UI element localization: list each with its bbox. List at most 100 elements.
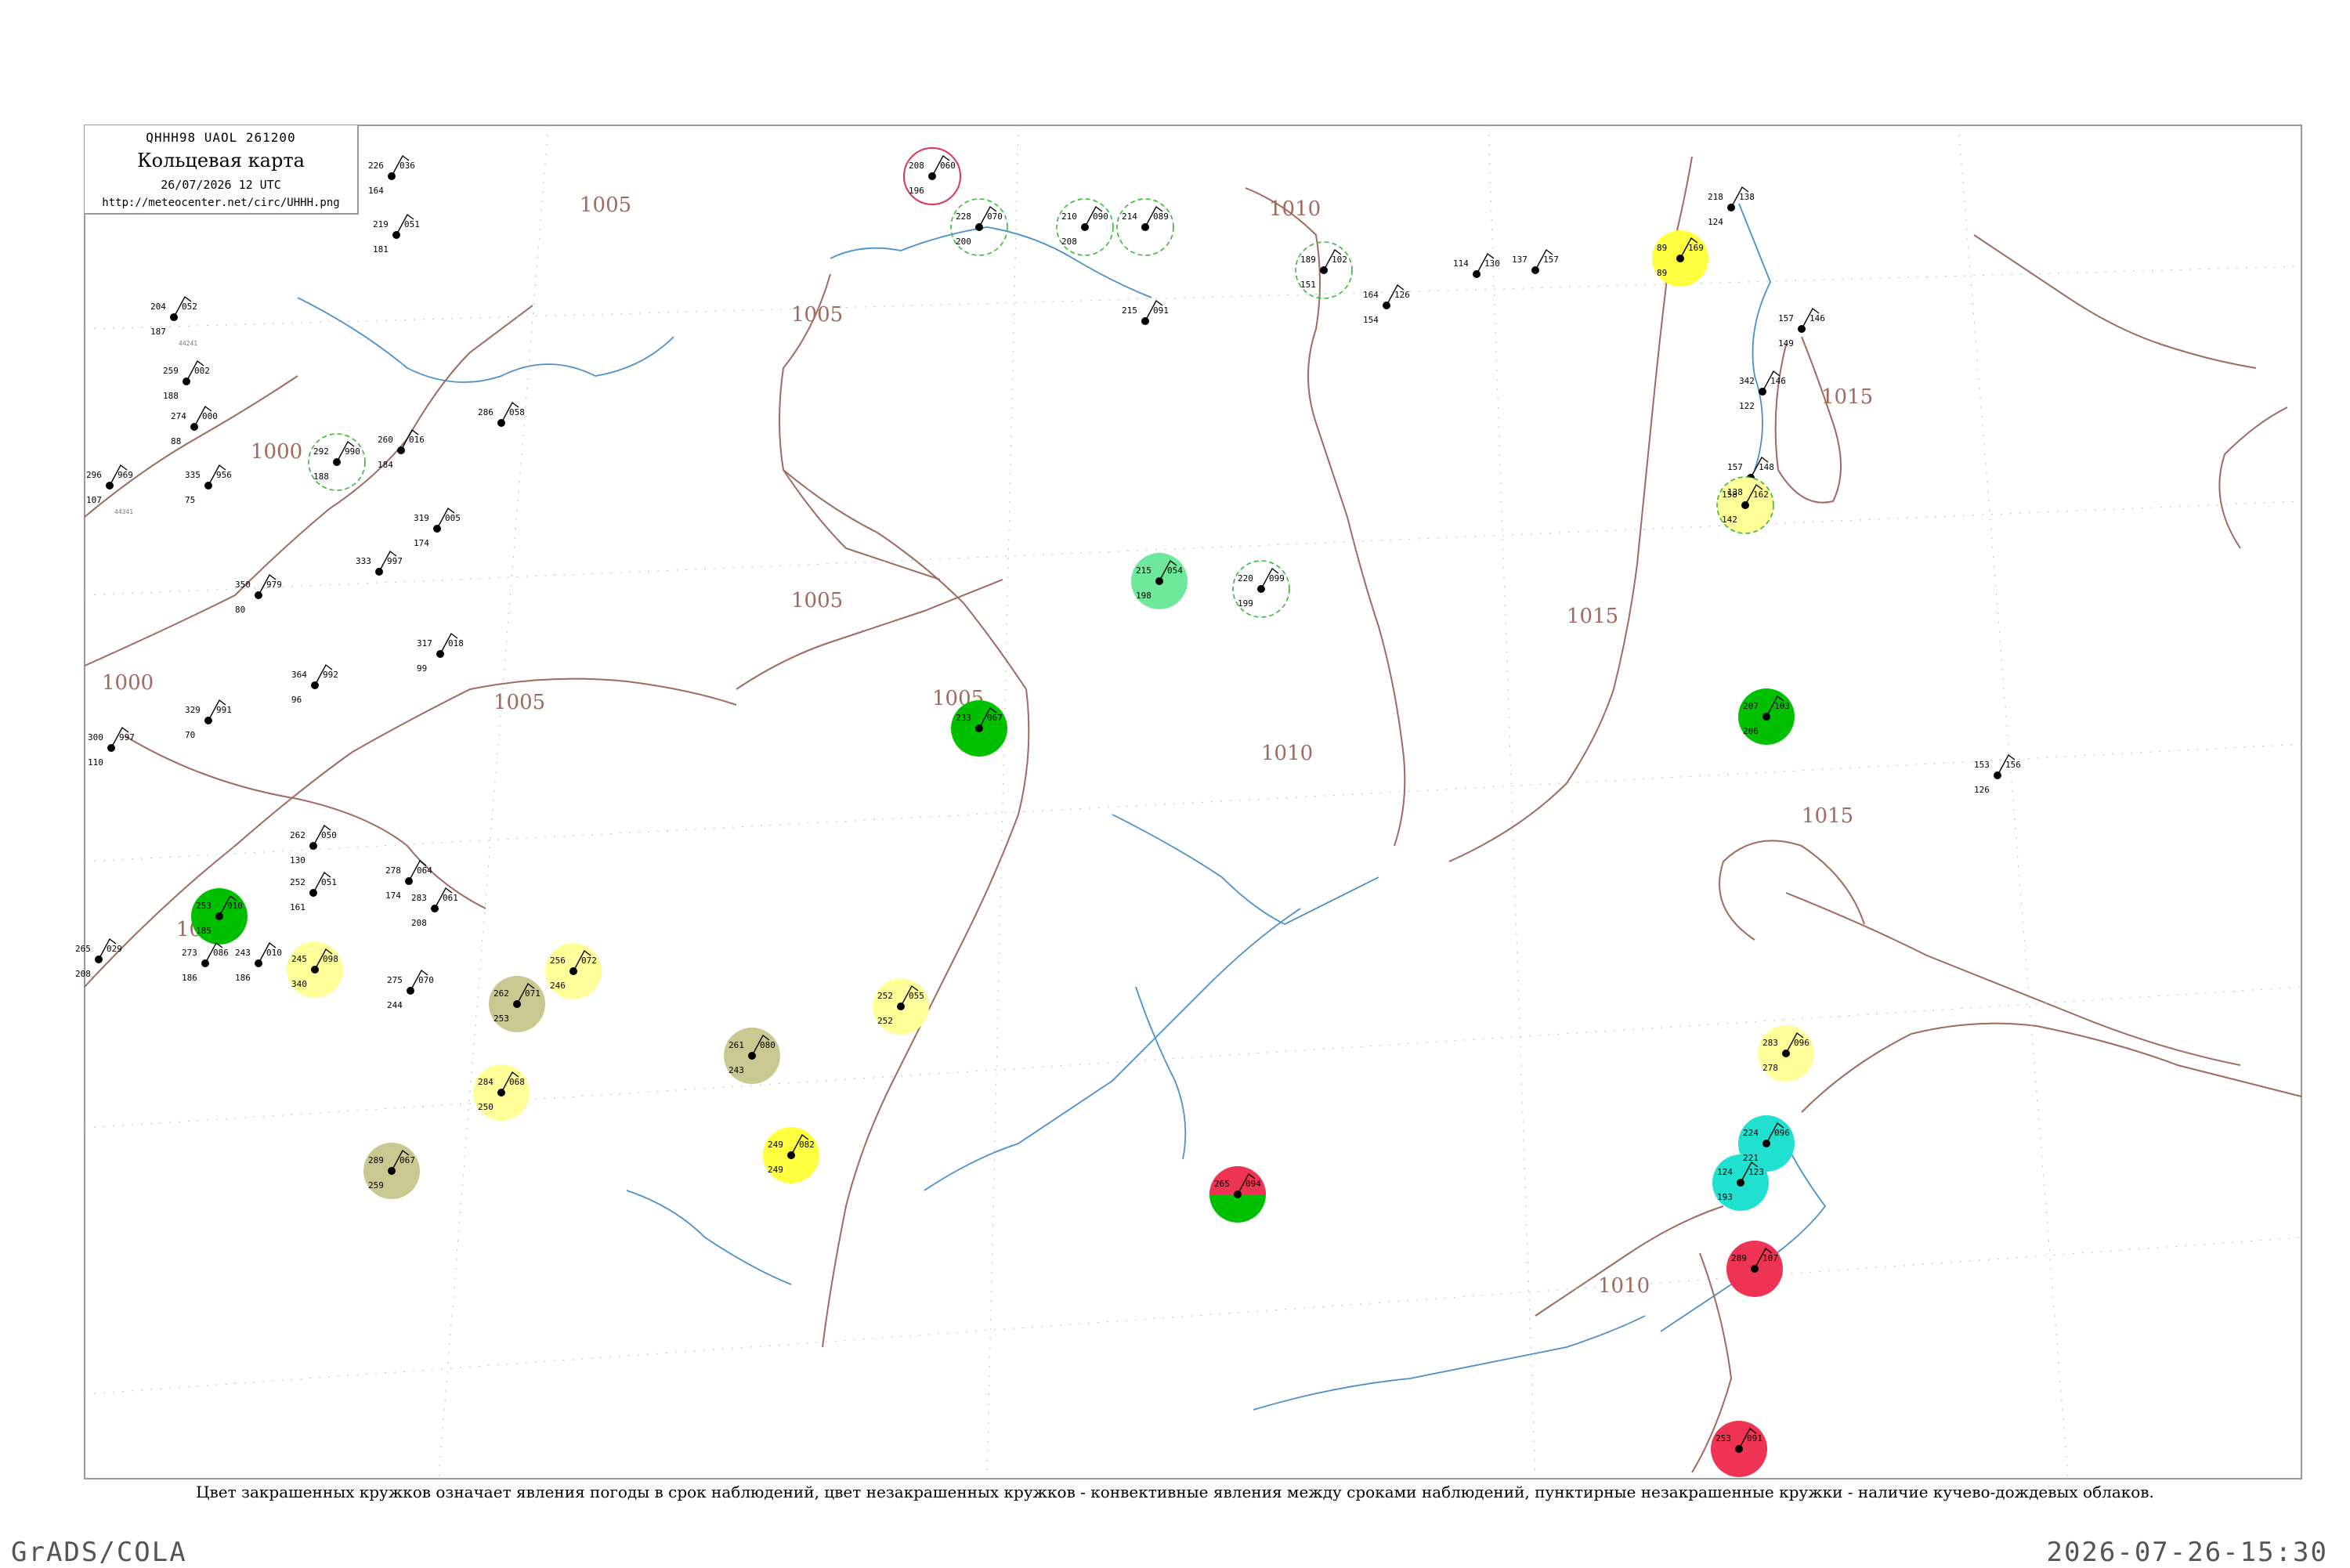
station-pressure: 091 bbox=[1153, 305, 1169, 316]
station-pressure: 102 bbox=[1332, 255, 1347, 265]
station-pressure: 058 bbox=[509, 407, 525, 417]
legend-caption: Цвет закрашенных кружков означает явлени… bbox=[196, 1483, 2154, 1501]
station-pressure: 080 bbox=[760, 1040, 776, 1050]
station-dewpoint: 252 bbox=[877, 1016, 893, 1026]
station-dewpoint: 174 bbox=[414, 538, 429, 548]
station-pressure: 157 bbox=[1543, 255, 1559, 265]
station-pressure: 123 bbox=[1748, 1167, 1764, 1177]
isobar-label: 1015 bbox=[1567, 605, 1618, 628]
station-pressure: 051 bbox=[321, 877, 337, 887]
station-temperature: 224 bbox=[1743, 1128, 1759, 1138]
software-credit: GrADS/COLA bbox=[11, 1537, 187, 1568]
coastline-rivers bbox=[297, 203, 1827, 1411]
map-datetime: 26/07/2026 12 UTC bbox=[161, 178, 281, 192]
station-temperature: 157 bbox=[1778, 313, 1794, 323]
weather-map: 1000100010001005100510051005100510101010… bbox=[75, 125, 2302, 1479]
station-dewpoint: 184 bbox=[378, 460, 393, 470]
station-temperature: 89 bbox=[1657, 243, 1667, 253]
station-pressure: 002 bbox=[194, 366, 210, 376]
station-temperature: 220 bbox=[1238, 573, 1253, 583]
station-temperature: 214 bbox=[1122, 211, 1137, 222]
station-pressure: 054 bbox=[1167, 565, 1183, 576]
station-temperature: 208 bbox=[909, 161, 924, 171]
station-temperature: 283 bbox=[411, 893, 427, 903]
isobar-label: 1005 bbox=[580, 193, 631, 217]
station-dewpoint: 154 bbox=[1363, 315, 1379, 325]
station-temperature: 265 bbox=[75, 944, 91, 954]
station-temperature: 333 bbox=[356, 556, 371, 566]
station-dewpoint: 193 bbox=[1717, 1192, 1733, 1202]
station-dewpoint: 70 bbox=[185, 730, 195, 740]
station-dewpoint: 130 bbox=[290, 855, 306, 865]
station-temperature: 289 bbox=[368, 1155, 384, 1165]
station-dewpoint: 198 bbox=[1136, 591, 1152, 601]
station-pressure: 997 bbox=[119, 732, 135, 742]
station-dewpoint: 181 bbox=[373, 244, 389, 255]
station-dewpoint: 151 bbox=[1300, 280, 1316, 290]
station-temperature: 262 bbox=[494, 988, 509, 999]
station-dewpoint: 186 bbox=[235, 973, 251, 983]
station-temperature: 278 bbox=[385, 865, 401, 876]
station-pressure: 067 bbox=[987, 713, 1003, 723]
station-dewpoint: 246 bbox=[550, 981, 566, 991]
station-pressure: 089 bbox=[1153, 211, 1169, 222]
station-pressure: 050 bbox=[321, 830, 337, 840]
station-pressure: 064 bbox=[417, 865, 432, 876]
station-dewpoint: 249 bbox=[768, 1165, 783, 1175]
station-dewpoint: 244 bbox=[387, 1000, 403, 1010]
station-dewpoint: 196 bbox=[909, 186, 924, 196]
station-temperature: 153 bbox=[1974, 760, 1990, 770]
station-pressure: 099 bbox=[1269, 573, 1285, 583]
station-dewpoint: 107 bbox=[86, 495, 102, 505]
station-pressure: 070 bbox=[987, 211, 1003, 222]
station-pressure: 086 bbox=[213, 948, 229, 958]
station-pressure: 979 bbox=[266, 580, 282, 590]
station-temperature: 164 bbox=[1363, 290, 1379, 300]
station-temperature: 215 bbox=[1122, 305, 1137, 316]
station-dewpoint: 89 bbox=[1657, 268, 1667, 278]
isobars bbox=[84, 156, 2302, 1473]
station-dewpoint: 88 bbox=[171, 436, 181, 446]
station-dewpoint: 161 bbox=[290, 902, 306, 912]
station-temperature: 249 bbox=[768, 1140, 783, 1150]
station-pressure: 969 bbox=[118, 470, 133, 480]
station-dewpoint: 188 bbox=[163, 391, 179, 401]
station-temperature: 265 bbox=[1214, 1179, 1230, 1189]
station-dewpoint: 80 bbox=[235, 605, 245, 615]
station-temperature: 114 bbox=[1453, 258, 1469, 269]
station-pressure: 130 bbox=[1484, 258, 1500, 269]
station-readings: 204 052 187 44241 259 002 188 274 000 88 296 969 107… bbox=[75, 161, 2021, 1443]
station-dewpoint: 250 bbox=[478, 1102, 494, 1112]
station-temperature: 274 bbox=[171, 411, 186, 421]
station-temperature: 137 bbox=[1512, 255, 1528, 265]
station-dewpoint: 124 bbox=[1708, 217, 1723, 227]
station-dewpoint: 186 bbox=[182, 973, 197, 983]
station-pressure: 107 bbox=[1762, 1253, 1778, 1263]
station-pressure: 090 bbox=[1093, 211, 1108, 222]
station-dewpoint: 96 bbox=[291, 695, 302, 705]
isobar-label: 1005 bbox=[791, 303, 843, 327]
station-pressure: 169 bbox=[1688, 243, 1704, 253]
station-dewpoint: 142 bbox=[1722, 515, 1737, 525]
station-temperature: 157 bbox=[1727, 462, 1743, 472]
station-dewpoint: 208 bbox=[75, 969, 91, 979]
station-pressure: 956 bbox=[216, 470, 232, 480]
station-dewpoint: 221 bbox=[1743, 1153, 1759, 1163]
station-pressure: 138 bbox=[1739, 192, 1755, 202]
station-pressure: 029 bbox=[107, 944, 122, 954]
station-dewpoint: 208 bbox=[1061, 237, 1077, 247]
station-temperature: 252 bbox=[877, 991, 893, 1001]
station-pressure: 082 bbox=[799, 1140, 815, 1150]
isobar-label: 1015 bbox=[1821, 385, 1873, 409]
station-pressure: 148 bbox=[1759, 462, 1774, 472]
station-pressure: 098 bbox=[323, 954, 338, 964]
station-pressure: 010 bbox=[266, 948, 282, 958]
station-pressure: 990 bbox=[345, 446, 360, 457]
station-temperature: 210 bbox=[1061, 211, 1077, 222]
station-pressure: 055 bbox=[909, 991, 924, 1001]
station-temperature: 261 bbox=[728, 1040, 744, 1050]
station-temperature: 284 bbox=[478, 1077, 494, 1087]
station-temperature: 364 bbox=[291, 670, 307, 680]
station-pressure: 091 bbox=[1747, 1433, 1762, 1443]
isobar-label: 1015 bbox=[1802, 804, 1853, 828]
